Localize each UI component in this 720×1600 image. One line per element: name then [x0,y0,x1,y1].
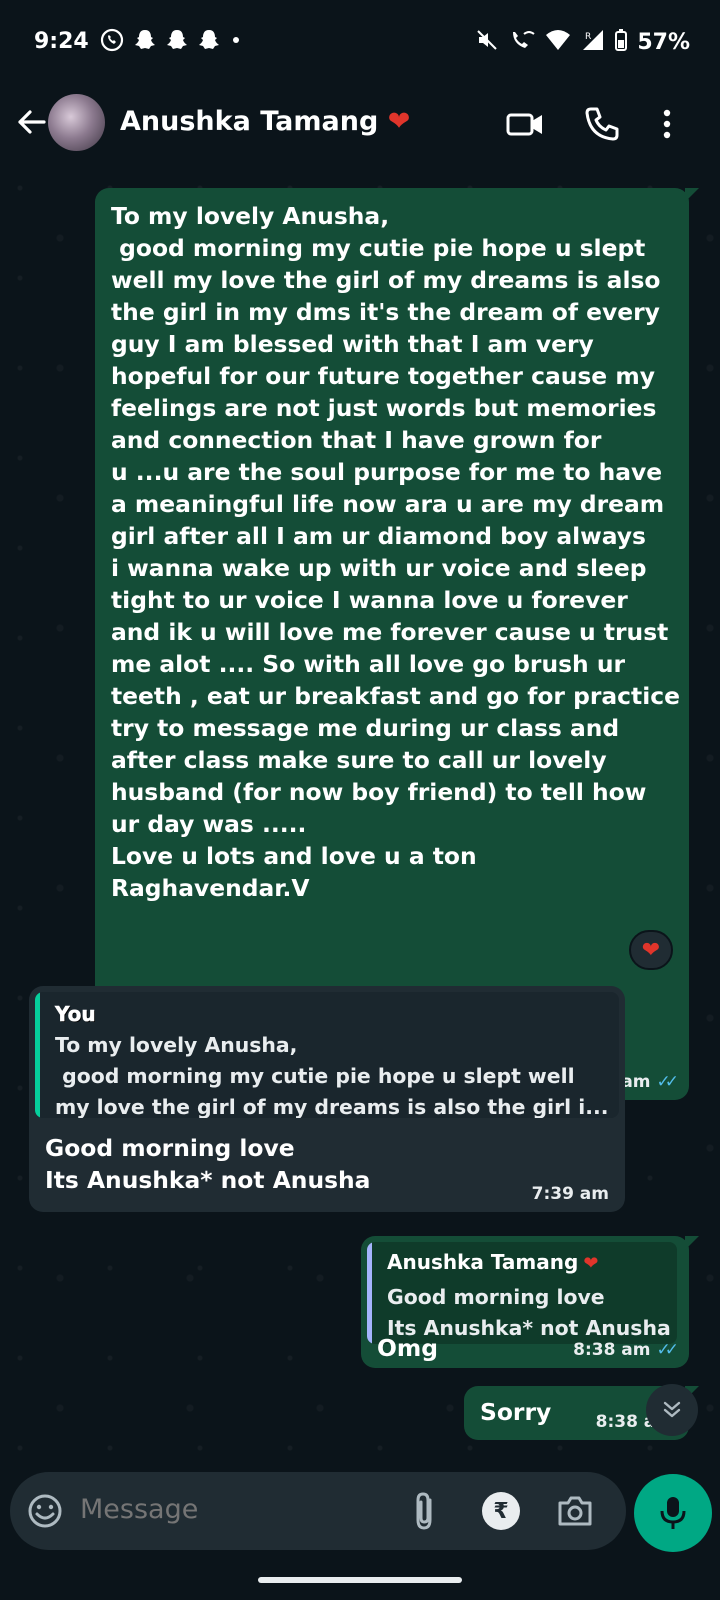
message-text: Good morning love Its Anushka* not Anush… [45,1134,371,1194]
wifi-icon [545,29,571,57]
incoming-message-bubble[interactable]: You To my lovely Anusha, good morning my… [29,986,625,1212]
gesture-navigation-bar[interactable] [258,1577,462,1583]
quote-text: To my lovely Anusha, good morning my cut… [55,1033,609,1118]
quote-author-line: Anushka Tamang ❤ [387,1250,599,1274]
snapchat-icon [198,28,220,59]
attach-icon[interactable] [410,1490,440,1532]
system-icons: R 57% [475,28,690,58]
video-call-icon[interactable] [505,104,545,144]
contact-name[interactable]: Anushka Tamang ❤ [120,106,410,137]
heart-reaction[interactable]: ❤ [629,930,673,970]
message-text: Sorry [480,1398,552,1426]
voice-call-icon[interactable] [582,104,622,144]
more-options-icon[interactable] [652,104,682,144]
back-icon[interactable] [12,102,52,142]
read-ticks-icon: ✓✓ [656,1340,679,1360]
battery-icon [615,29,628,57]
rupee-payment-icon[interactable]: ₹ [482,1492,520,1530]
status-bar: 9:24 R 57% [0,0,720,86]
mic-icon [660,1497,686,1529]
more-notifications-dot-icon [230,28,242,59]
quote-author: Anushka Tamang [387,1250,579,1274]
svg-text:R: R [585,32,591,42]
wifi-call-icon [509,28,535,58]
message-meta: 7:39 am [532,1184,609,1204]
message-meta: 8:38 am ✓✓ [573,1340,679,1360]
quoted-message[interactable]: Anushka Tamang ❤ Good morning love Its A… [367,1242,677,1344]
quoted-message[interactable]: You To my lovely Anusha, good morning my… [35,992,619,1118]
quote-author: You [55,1002,96,1027]
outgoing-message-bubble[interactable]: Anushka Tamang ❤ Good morning love Its A… [361,1236,699,1368]
snapchat-icon [134,28,156,59]
quote-bar [367,1242,372,1344]
read-ticks-icon: ✓✓ [656,1072,679,1092]
mute-icon [475,28,499,58]
notification-icons [100,28,242,59]
mic-button[interactable] [634,1474,712,1552]
contact-avatar[interactable] [48,94,105,151]
snapchat-icon [166,28,188,59]
emoji-icon[interactable] [26,1492,64,1530]
battery-percentage: 57% [637,30,690,55]
message-composer[interactable]: ₹ [10,1472,626,1550]
signal-icon: R [581,29,605,57]
quote-bar [35,992,40,1118]
contact-name-text: Anushka Tamang [120,106,379,137]
heart-emoji: ❤ [387,106,411,137]
outgoing-message-bubble[interactable]: To my lovely Anusha, good morning my cut… [95,188,699,1100]
heart-emoji: ❤ [583,1253,599,1274]
message-time: 7:39 am [531,1184,609,1204]
scroll-to-bottom-button[interactable] [646,1384,698,1436]
camera-icon[interactable] [556,1492,594,1530]
message-time: 8:38 am [573,1340,651,1360]
bubble-tail [685,188,699,202]
chat-area[interactable]: To my lovely Anusha, good morning my cut… [0,168,720,1468]
message-text: Omg [377,1334,439,1362]
rupee-symbol: ₹ [493,1498,509,1524]
whatsapp-icon [100,28,124,59]
message-input[interactable] [80,1494,400,1525]
status-time: 9:24 [34,29,89,54]
bubble-tail [685,1236,699,1250]
double-chevron-down-icon [663,1401,681,1418]
chat-header: Anushka Tamang ❤ [0,86,720,168]
message-text: To my lovely Anusha, good morning my cut… [111,202,680,902]
